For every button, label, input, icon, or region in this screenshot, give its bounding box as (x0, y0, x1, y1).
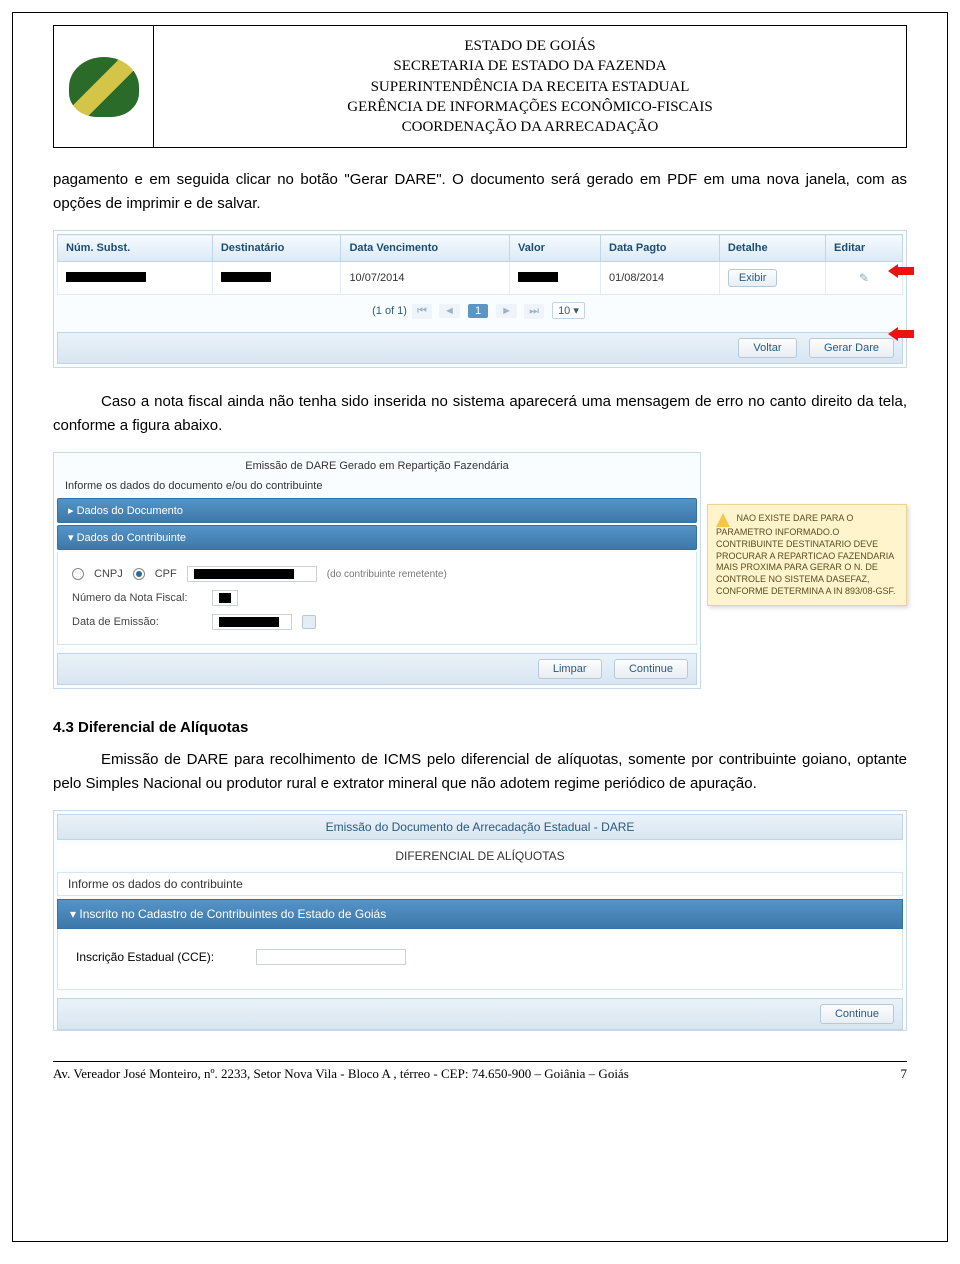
pager-prev-icon[interactable]: ◄ (439, 304, 460, 318)
limpar-button[interactable]: Limpar (538, 659, 602, 679)
inscricao-estadual-input[interactable] (256, 949, 406, 965)
state-seal (54, 26, 154, 147)
col-vencimento: Data Vencimento (341, 235, 510, 262)
cell-vencimento: 10/07/2014 (341, 262, 510, 295)
pager: (1 of 1) ⏮ ◄ 1 ► ⏭ 10 ▾ (57, 295, 903, 326)
annotation-arrow-icon (896, 327, 924, 341)
accordion-inscrito-cadastro[interactable]: ▾ Inscrito no Cadastro de Contribuintes … (57, 899, 903, 929)
pager-current[interactable]: 1 (468, 304, 488, 318)
radio-cpf[interactable] (133, 568, 145, 580)
redacted (518, 272, 558, 282)
section-4-3-title: 4.3 Diferencial de Alíquotas (53, 719, 907, 736)
label-nota-fiscal: Número da Nota Fiscal: (72, 592, 202, 604)
exibir-button[interactable]: Exibir (728, 269, 778, 287)
warning-icon (716, 513, 730, 527)
pager-last-icon[interactable]: ⏭ (524, 304, 544, 319)
label-remetente: (do contribuinte remetente) (327, 569, 447, 580)
footer-address: Av. Vereador José Monteiro, nº. 2233, Se… (53, 1066, 629, 1082)
header-line4: GERÊNCIA DE INFORMAÇÕES ECONÔMICO-FISCAI… (164, 97, 896, 117)
annotation-arrow-icon (896, 264, 924, 278)
col-num-subst: Núm. Subst. (58, 235, 213, 262)
col-detalhe: Detalhe (719, 235, 825, 262)
radio-cnpj[interactable] (72, 568, 84, 580)
dare-hint: Informe os dados do contribuinte (57, 872, 903, 896)
section-4-3-text: Emissão de DARE para recolhimento de ICM… (53, 748, 907, 796)
paragraph-1: pagamento e em seguida clicar no botão "… (53, 168, 907, 216)
document-header: ESTADO DE GOIÁS SECRETARIA DE ESTADO DA … (53, 25, 907, 148)
redacted (66, 272, 146, 282)
form-hint: Informe os dados do documento e/ou do co… (57, 476, 697, 496)
pager-next-icon[interactable]: ► (496, 304, 517, 318)
cell-pagto: 01/08/2014 (601, 262, 720, 295)
header-line2: SECRETARIA DE ESTADO DA FAZENDA (164, 56, 896, 76)
continue-button[interactable]: Continue (820, 1004, 894, 1024)
gerar-dare-button[interactable]: Gerar Dare (809, 338, 894, 358)
dare-title: Emissão do Documento de Arrecadação Esta… (57, 814, 903, 840)
redacted (221, 272, 271, 282)
label-data-emissao: Data de Emissão: (72, 616, 202, 628)
screenshot-form-warning: Emissão de DARE Gerado em Repartição Faz… (53, 452, 907, 689)
warning-text: NAO EXISTE DARE PARA O PARAMETRO INFORMA… (716, 513, 896, 595)
edit-icon[interactable]: ✎ (859, 271, 869, 285)
label-inscricao-estadual: Inscrição Estadual (CCE): (76, 950, 246, 964)
calendar-icon[interactable] (302, 615, 316, 629)
pager-label: (1 of 1) (372, 305, 407, 317)
page-number: 7 (901, 1066, 908, 1082)
header-line1: ESTADO DE GOIÁS (164, 36, 896, 56)
accordion-dados-documento[interactable]: ▸ Dados do Documento (57, 498, 697, 523)
label-cpf: CPF (155, 568, 177, 580)
paragraph-2: Caso a nota fiscal ainda não tenha sido … (53, 390, 907, 438)
screenshot-diferencial: Emissão do Documento de Arrecadação Esta… (53, 810, 907, 1031)
col-pagto: Data Pagto (601, 235, 720, 262)
label-cnpj: CNPJ (94, 568, 123, 580)
screenshot-table: Núm. Subst. Destinatário Data Vencimento… (53, 230, 907, 368)
header-line5: COORDENAÇÃO DA ARRECADAÇÃO (164, 117, 896, 137)
warning-tooltip: NAO EXISTE DARE PARA O PARAMETRO INFORMA… (707, 504, 907, 606)
continue-button[interactable]: Continue (614, 659, 688, 679)
page-size-select[interactable]: 10 ▾ (552, 302, 585, 319)
col-destinatario: Destinatário (212, 235, 341, 262)
data-emissao-input[interactable] (212, 614, 292, 630)
col-valor: Valor (510, 235, 601, 262)
nota-fiscal-input[interactable] (212, 590, 238, 606)
dare-subtitle: DIFERENCIAL DE ALÍQUOTAS (57, 844, 903, 868)
form-title: Emissão de DARE Gerado em Repartição Faz… (57, 456, 697, 476)
col-editar: Editar (826, 235, 903, 262)
table-row: 10/07/2014 01/08/2014 Exibir ✎ (58, 262, 903, 295)
page-footer: Av. Vereador José Monteiro, nº. 2233, Se… (53, 1061, 907, 1082)
accordion-dados-contribuinte[interactable]: ▾ Dados do Contribuinte (57, 525, 697, 550)
header-line3: SUPERINTENDÊNCIA DA RECEITA ESTADUAL (164, 77, 896, 97)
voltar-button[interactable]: Voltar (738, 338, 796, 358)
pager-first-icon[interactable]: ⏮ (412, 304, 432, 319)
cpf-input[interactable] (187, 566, 317, 582)
